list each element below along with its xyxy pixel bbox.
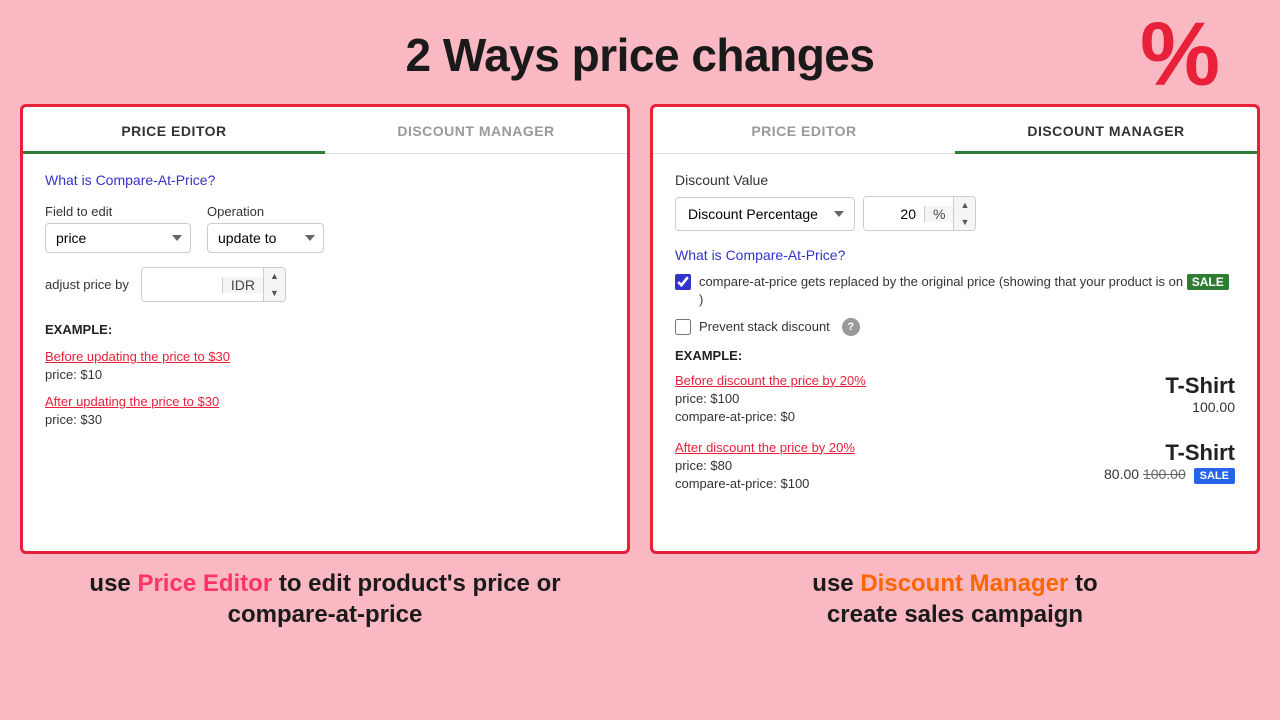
discount-type-select[interactable]: Discount Percentage Fixed Amount xyxy=(675,197,855,231)
right-example-heading: EXAMPLE: xyxy=(675,348,1235,363)
right-panel-body: Discount Value Discount Percentage Fixed… xyxy=(653,154,1257,525)
tab-discount-manager-right[interactable]: DISCOUNT MANAGER xyxy=(955,107,1257,154)
discount-stepper: ▲ ▼ xyxy=(953,197,975,230)
discount-percent-symbol: % xyxy=(924,206,953,222)
after-discount-right: T-Shirt 80.00 100.00 SALE xyxy=(1104,440,1235,482)
compare-at-price-link-right[interactable]: What is Compare-At-Price? xyxy=(675,247,1235,263)
sale-badge: SALE xyxy=(1187,274,1229,290)
price-editor-highlight: Price Editor xyxy=(137,570,272,597)
after-discount-left: After discount the price by 20% price: $… xyxy=(675,440,855,493)
compare-checkbox-label: compare-at-price gets replaced by the or… xyxy=(699,273,1235,309)
compare-checkbox[interactable] xyxy=(675,274,691,290)
left-panel: PRICE EDITOR DISCOUNT MANAGER What is Co… xyxy=(20,104,630,554)
tshirt-price-before: 100.00 xyxy=(1165,399,1235,415)
field-to-edit-select[interactable]: price compare-at-price xyxy=(45,223,191,253)
compare-at-price-link-left[interactable]: What is Compare-At-Price? xyxy=(45,172,605,188)
discount-stepper-up[interactable]: ▲ xyxy=(954,197,975,214)
adjust-price-label: adjust price by xyxy=(45,277,129,292)
stepper-down[interactable]: ▼ xyxy=(264,285,285,302)
stack-discount-checkbox[interactable] xyxy=(675,319,691,335)
discount-value-label: Discount Value xyxy=(675,172,1235,188)
adjust-input-wrap: IDR ▲ ▼ xyxy=(141,267,286,302)
stack-discount-label: Prevent stack discount xyxy=(699,318,830,336)
footer: use Price Editor to edit product's price… xyxy=(0,554,1280,630)
right-panel-tabs: PRICE EDITOR DISCOUNT MANAGER xyxy=(653,107,1257,154)
discount-number-input[interactable] xyxy=(864,198,924,230)
discount-manager-highlight: Discount Manager xyxy=(860,570,1068,597)
discount-type-wrap: Discount Percentage Fixed Amount xyxy=(675,197,855,231)
before-discount-block: Before discount the price by 20% price: … xyxy=(675,373,1235,426)
after-price: price: $30 xyxy=(45,412,102,427)
discount-stepper-down[interactable]: ▼ xyxy=(954,214,975,231)
after-example: After updating the price to $30 price: $… xyxy=(45,394,605,429)
before-discount-link[interactable]: Before discount the price by 20% xyxy=(675,373,866,388)
panels-row: PRICE EDITOR DISCOUNT MANAGER What is Co… xyxy=(0,104,1280,554)
tshirt-price-sale: 80.00 100.00 SALE xyxy=(1104,466,1235,482)
adjust-price-row: adjust price by IDR ▲ ▼ xyxy=(45,267,605,302)
header: 2 Ways price changes % xyxy=(0,0,1280,100)
field-to-edit-group: Field to edit price compare-at-price xyxy=(45,204,191,253)
after-discount-block: After discount the price by 20% price: $… xyxy=(675,440,1235,493)
before-discount-price: price: $100 xyxy=(675,391,739,406)
help-icon[interactable]: ? xyxy=(842,318,860,336)
tab-price-editor-right[interactable]: PRICE EDITOR xyxy=(653,107,955,153)
tshirt-title-before: T-Shirt xyxy=(1165,373,1235,399)
page-title: 2 Ways price changes xyxy=(0,28,1280,82)
checkbox1-row: compare-at-price gets replaced by the or… xyxy=(675,273,1235,309)
adjust-price-input[interactable] xyxy=(142,271,222,299)
left-example-heading: EXAMPLE: xyxy=(45,322,605,337)
operation-group: Operation update to increase by decrease… xyxy=(207,204,324,253)
before-price: price: $10 xyxy=(45,367,102,382)
tshirt-price-original: 100.00 xyxy=(1143,466,1186,482)
footer-left: use Price Editor to edit product's price… xyxy=(20,568,630,630)
discount-number-wrap: % ▲ ▼ xyxy=(863,196,976,231)
after-discount-compare: compare-at-price: $100 xyxy=(675,476,809,491)
sale-label: SALE xyxy=(1194,468,1235,484)
tshirt-title-after: T-Shirt xyxy=(1104,440,1235,466)
after-discount-price: price: $80 xyxy=(675,458,732,473)
adjust-currency: IDR xyxy=(222,277,263,293)
tab-price-editor-left[interactable]: PRICE EDITOR xyxy=(23,107,325,154)
before-update-link[interactable]: Before updating the price to $30 xyxy=(45,349,605,364)
checkbox2-row: Prevent stack discount ? xyxy=(675,318,1235,336)
before-discount-compare: compare-at-price: $0 xyxy=(675,409,795,424)
tab-discount-manager-left[interactable]: DISCOUNT MANAGER xyxy=(325,107,627,153)
percent-icon: % xyxy=(1140,10,1220,100)
footer-right: use Discount Manager to create sales cam… xyxy=(650,568,1260,630)
before-discount-right: T-Shirt 100.00 xyxy=(1165,373,1235,415)
left-panel-body: What is Compare-At-Price? Field to edit … xyxy=(23,154,627,457)
right-example-section: EXAMPLE: Before discount the price by 20… xyxy=(675,348,1235,493)
left-example-section: EXAMPLE: Before updating the price to $3… xyxy=(45,322,605,429)
discount-input-row: Discount Percentage Fixed Amount % ▲ ▼ xyxy=(675,196,1235,231)
operation-label: Operation xyxy=(207,204,324,219)
right-panel: PRICE EDITOR DISCOUNT MANAGER Discount V… xyxy=(650,104,1260,554)
operation-select[interactable]: update to increase by decrease by xyxy=(207,223,324,253)
before-discount-left: Before discount the price by 20% price: … xyxy=(675,373,866,426)
stepper-up[interactable]: ▲ xyxy=(264,268,285,285)
field-to-edit-label: Field to edit xyxy=(45,204,191,219)
field-operation-row: Field to edit price compare-at-price Ope… xyxy=(45,204,605,253)
before-example: Before updating the price to $30 price: … xyxy=(45,349,605,384)
after-discount-link[interactable]: After discount the price by 20% xyxy=(675,440,855,455)
after-update-link[interactable]: After updating the price to $30 xyxy=(45,394,605,409)
adjust-price-stepper: ▲ ▼ xyxy=(263,268,285,301)
left-panel-tabs: PRICE EDITOR DISCOUNT MANAGER xyxy=(23,107,627,154)
